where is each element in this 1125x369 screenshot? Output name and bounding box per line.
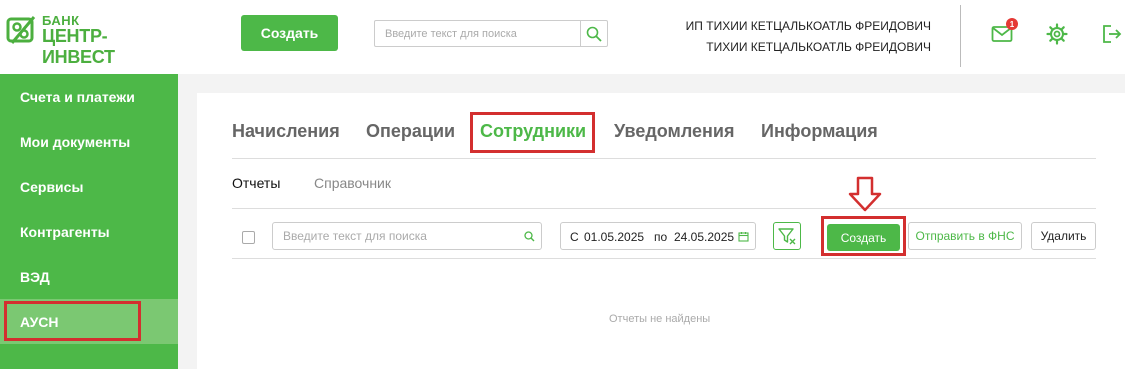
logo-text-line2: ЦЕНТР-ИНВЕСТ <box>42 26 115 67</box>
clear-filter-button[interactable] <box>773 222 801 250</box>
search-icon <box>524 231 535 242</box>
tab-information[interactable]: Информация <box>761 121 878 142</box>
tab-operations[interactable]: Операции <box>366 121 455 142</box>
sidebar-item-counterparties[interactable]: Контрагенты <box>0 209 178 254</box>
create-report-button[interactable]: Создать <box>827 224 900 251</box>
date-to-prefix: по <box>654 230 668 244</box>
delete-button[interactable]: Удалить <box>1031 222 1096 250</box>
bank-logo[interactable]: БАНК ЦЕНТР-ИНВЕСТ <box>6 11 176 67</box>
company-name: ИП ТИХИИ КЕТЦАЛЬКОАТЛЬ ФРЕИДОВИЧ <box>685 19 931 33</box>
date-from-prefix: С <box>570 230 579 244</box>
date-range-picker[interactable]: С 01.05.2025 по 24.05.2025 <box>560 222 756 250</box>
date-to-value: 24.05.2025 <box>674 230 735 244</box>
select-all-checkbox[interactable] <box>242 231 255 244</box>
tab-accruals[interactable]: Начисления <box>232 121 340 142</box>
sidebar-item-services[interactable]: Сервисы <box>0 164 178 209</box>
reports-search <box>272 222 542 250</box>
tab-employees[interactable]: Сотрудники <box>480 121 586 142</box>
toolbar-divider <box>232 258 1096 259</box>
header-divider <box>960 5 961 67</box>
user-name: ТИХИИ КЕТЦАЛЬКОАТЛЬ ФРЕИДОВИЧ <box>706 40 931 54</box>
logout-button[interactable] <box>1100 22 1124 46</box>
header-create-button[interactable]: Создать <box>241 15 338 51</box>
tabs-divider <box>232 158 1096 159</box>
reports-search-input[interactable] <box>273 223 513 249</box>
mail-badge: 1 <box>1006 18 1018 30</box>
settings-button[interactable] <box>1045 22 1069 46</box>
user-info[interactable]: ИП ТИХИИ КЕТЦАЛЬКОАТЛЬ ФРЕИДОВИЧ ТИХИИ К… <box>686 16 931 58</box>
tab-notifications[interactable]: Уведомления <box>614 121 735 142</box>
sidebar-item-accounts[interactable]: Счета и платежи <box>0 74 178 119</box>
sidebar-item-documents[interactable]: Мои документы <box>0 119 178 164</box>
filter-clear-icon <box>778 228 796 245</box>
subtabs-divider <box>232 208 1096 209</box>
sidebar-item-ved[interactable]: ВЭД <box>0 254 178 299</box>
sidebar: Счета и платежи Мои документы Сервисы Ко… <box>0 74 178 369</box>
header-search-input[interactable] <box>375 21 581 46</box>
date-from-value: 01.05.2025 <box>584 230 645 244</box>
send-to-fns-button[interactable]: Отправить в ФНС <box>908 222 1022 250</box>
subtab-reports[interactable]: Отчеты <box>232 175 280 191</box>
header-search-button[interactable] <box>580 21 607 46</box>
header: БАНК ЦЕНТР-ИНВЕСТ Создать ИП ТИХИИ КЕТЦА… <box>0 0 1125 74</box>
logout-icon <box>1103 25 1122 43</box>
empty-state-message: Отчеты не найдены <box>609 313 711 325</box>
logo-mark-icon <box>6 16 36 44</box>
calendar-icon <box>738 232 749 242</box>
mail-button[interactable]: 1 <box>990 18 1018 46</box>
sidebar-item-ausn[interactable]: АУСН <box>0 299 178 344</box>
gear-icon <box>1046 23 1068 45</box>
search-icon <box>586 26 602 42</box>
arrow-down-icon <box>848 176 882 212</box>
header-search <box>374 20 608 47</box>
subtab-directory[interactable]: Справочник <box>314 175 391 191</box>
